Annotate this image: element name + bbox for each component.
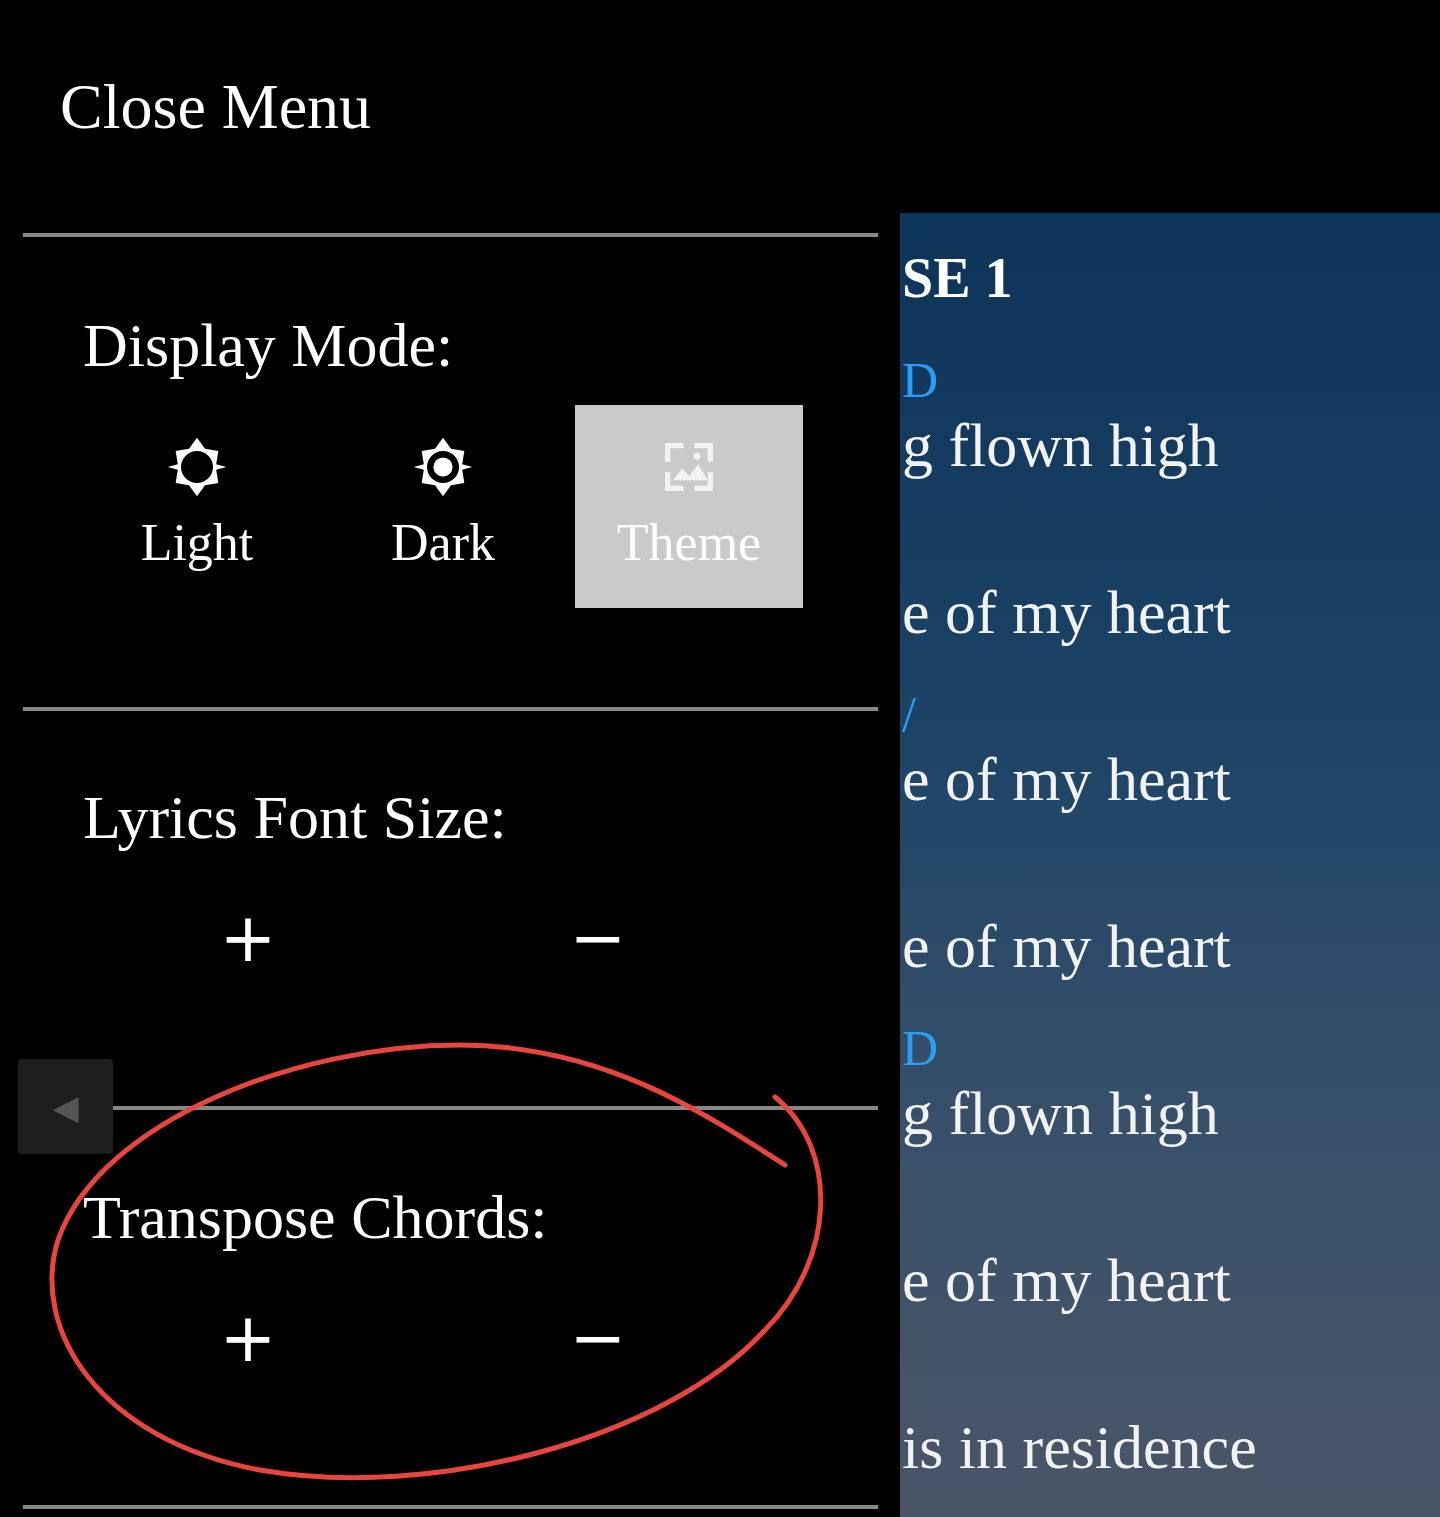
mode-option[interactable]: Dark [329,405,557,608]
mode-label: Light [141,513,254,573]
chord: / [902,689,1440,739]
chord: D [902,1023,1440,1073]
lyric-block: is in residence [902,1357,1440,1487]
font-size-section: Lyrics Font Size:+− [23,707,878,1106]
menu-header: Close Menu [0,0,1440,213]
lyric-line: is in residence [902,1407,1440,1487]
transpose-controls: +− [148,1288,878,1388]
lyric-line: e of my heart [902,1240,1440,1320]
image-icon [657,435,721,499]
section-label: Lyrics Font Size: [83,782,878,852]
chord [902,1190,1440,1240]
content: Display Mode: Light Dark Theme Lyrics Font S… [0,213,1440,1517]
chord [902,856,1440,906]
font-increase-button[interactable]: + [148,888,348,988]
lyric-block: e of my heart [902,1190,1440,1320]
lyric-block: /e of my heart [902,689,1440,819]
font-decrease-button[interactable]: − [498,888,698,988]
lyric-line: e of my heart [902,739,1440,819]
annotation-circle-icon [0,0,1440,1517]
transpose-section: Transpose Chords:+− [23,1106,878,1509]
transpose-down-button[interactable]: − [498,1288,698,1388]
lyric-line: g flown high [902,1073,1440,1153]
lyrics-panel: SE 1Dg flown highe of my heart/e of my h… [900,213,1440,1517]
settings-menu: Display Mode: Light Dark Theme Lyrics Font S… [0,213,900,1517]
mode-option[interactable]: Theme [575,405,803,608]
lyric-block: e of my heart [902,522,1440,652]
display-mode-section: Display Mode: Light Dark Theme [23,233,878,707]
dark-mode-icon [411,435,475,499]
collapse-handle[interactable]: ◀ [18,1059,113,1154]
transpose-up-button[interactable]: + [148,1288,348,1388]
chord [902,1357,1440,1407]
section-heading: SE 1 [902,243,1440,313]
mode-label: Dark [391,513,495,573]
mode-options: Light Dark Theme [83,405,878,608]
lyric-line: e of my heart [902,906,1440,986]
chord: D [902,355,1440,405]
lyric-line: e of my heart [902,572,1440,652]
close-menu-button[interactable]: Close Menu [60,70,371,144]
lyric-block: Dg flown high [902,355,1440,485]
lyric-line: g flown high [902,405,1440,485]
section-label: Display Mode: [83,310,878,380]
app: Close Menu Display Mode: Light Dark Theme Lyr… [0,0,1440,1517]
font-size-controls: +− [148,888,878,988]
section-label: Transpose Chords: [83,1182,878,1252]
mode-label: Theme [617,513,761,573]
lyric-block: Dg flown high [902,1023,1440,1153]
mode-option[interactable]: Light [83,405,311,608]
chord [902,522,1440,572]
light-mode-icon [165,435,229,499]
lyric-block: e of my heart [902,856,1440,986]
